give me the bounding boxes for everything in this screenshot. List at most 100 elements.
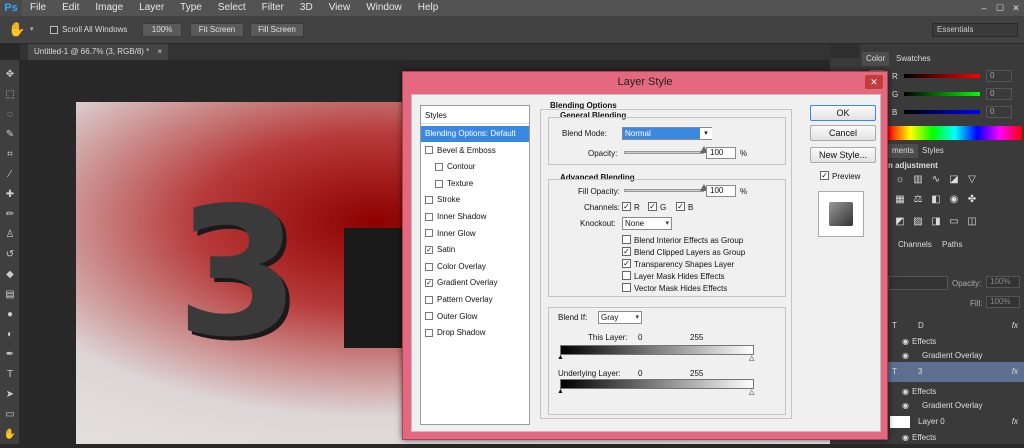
document-tab[interactable]: Untitled-1 @ 66.7% (3, RGB/8) * × [28, 44, 169, 60]
tab-channels[interactable]: Channels [894, 238, 936, 252]
unchecked-checkbox[interactable] [435, 163, 443, 172]
style-item[interactable]: Bevel & Emboss [421, 143, 529, 159]
style-item[interactable]: Texture [421, 176, 529, 192]
blend-if-dropdown[interactable]: Gray ▾ [598, 311, 642, 324]
zoom-100-button[interactable]: 100% [142, 23, 182, 37]
selective-color-icon[interactable]: ◫ [966, 216, 978, 228]
rectangle-tool-icon[interactable]: ▭ [2, 408, 18, 422]
underlying-black-handle[interactable]: ▲ [557, 388, 564, 395]
hand-icon[interactable]: ✋ [8, 21, 25, 38]
channel-b-checkbox[interactable]: ✓ [676, 202, 685, 211]
menu-select[interactable]: Select [210, 0, 254, 16]
new-style-button[interactable]: New Style... [810, 147, 876, 163]
style-item[interactable]: Inner Shadow [421, 209, 529, 225]
red-slider[interactable] [904, 74, 980, 78]
channel-r-checkbox[interactable]: ✓ [622, 202, 631, 211]
unchecked-checkbox[interactable] [425, 262, 433, 271]
style-item[interactable]: Outer Glow [421, 309, 529, 325]
hue-icon[interactable]: ▦ [894, 194, 906, 206]
style-item[interactable]: Inner Glow [421, 226, 529, 242]
gradient-tool-icon[interactable]: ▤ [2, 288, 18, 302]
menu-filter[interactable]: Filter [254, 0, 292, 16]
clone-stamp-icon[interactable]: ♙ [2, 228, 18, 242]
color-spectrum[interactable] [888, 126, 1022, 140]
preview-checkbox[interactable]: ✓ [820, 171, 829, 180]
vibrance-icon[interactable]: ▽ [966, 174, 978, 186]
move-tool-icon[interactable]: ✥ [2, 68, 18, 82]
invert-icon[interactable]: ◩ [894, 216, 906, 228]
style-item[interactable]: Pattern Overlay [421, 292, 529, 308]
checked-checkbox[interactable]: ✓ [425, 279, 433, 288]
brush-tool-icon[interactable]: ✏ [2, 208, 18, 222]
healing-brush-icon[interactable]: ✚ [2, 188, 18, 202]
unchecked-checkbox[interactable] [425, 329, 433, 338]
style-item[interactable]: Blending Options: Default [421, 126, 529, 142]
layers-fill-input[interactable]: 100% [986, 296, 1020, 308]
blend-mode-dropdown[interactable]: Normal ▾ [622, 127, 712, 140]
black-white-icon[interactable]: ◧ [930, 194, 942, 206]
style-item[interactable]: Color Overlay [421, 259, 529, 275]
advanced-option-checkbox[interactable] [622, 283, 631, 292]
this-layer-white-handle[interactable]: △ [749, 354, 754, 362]
exposure-icon[interactable]: ◪ [948, 174, 960, 186]
this-layer-black-handle[interactable]: ▲ [557, 354, 564, 361]
blue-value[interactable]: 0 [986, 106, 1012, 118]
pen-tool-icon[interactable]: ✒ [2, 348, 18, 362]
advanced-option-checkbox[interactable]: ✓ [622, 247, 631, 256]
tab-adjustments[interactable]: ments [888, 144, 918, 158]
tab-swatches[interactable]: Swatches [892, 52, 935, 66]
gradient-map-icon[interactable]: ▭ [948, 216, 960, 228]
menu-window[interactable]: Window [358, 0, 410, 16]
threshold-icon[interactable]: ◨ [930, 216, 942, 228]
style-item[interactable]: ✓ Satin [421, 242, 529, 258]
photo-filter-icon[interactable]: ◉ [948, 194, 960, 206]
menu-view[interactable]: View [321, 0, 359, 16]
eyedropper-icon[interactable]: ⁄ [2, 168, 18, 182]
checked-checkbox[interactable]: ✓ [425, 246, 433, 255]
minimize-button[interactable]: – [976, 0, 992, 16]
fit-screen-button[interactable]: Fit Screen [190, 23, 244, 37]
unchecked-checkbox[interactable] [425, 229, 433, 238]
green-value[interactable]: 0 [986, 88, 1012, 100]
unchecked-checkbox[interactable] [425, 146, 433, 155]
fill-screen-button[interactable]: Fill Screen [250, 23, 304, 37]
layer-effects-row[interactable]: ◉ Effects [888, 428, 1024, 448]
maximize-button[interactable]: ☐ [992, 0, 1008, 16]
unchecked-checkbox[interactable] [435, 179, 443, 188]
workspace-select[interactable]: Essentials [932, 23, 1018, 37]
fill-opacity-input[interactable]: 100 [706, 185, 736, 197]
cancel-button[interactable]: Cancel [810, 125, 876, 141]
opacity-slider[interactable] [624, 151, 704, 154]
green-slider[interactable] [904, 92, 980, 96]
style-item[interactable]: Drop Shadow [421, 325, 529, 341]
chevron-down-icon[interactable]: ▾ [30, 25, 34, 33]
style-item[interactable]: Contour [421, 159, 529, 175]
posterize-icon[interactable]: ▨ [912, 216, 924, 228]
layer-row-3[interactable]: T 3 fx [888, 362, 1024, 382]
advanced-option-checkbox[interactable] [622, 271, 631, 280]
unchecked-checkbox[interactable] [425, 312, 433, 321]
tab-paths[interactable]: Paths [938, 238, 966, 252]
menu-help[interactable]: Help [410, 0, 447, 16]
menu-edit[interactable]: Edit [54, 0, 87, 16]
unchecked-checkbox[interactable] [425, 196, 433, 205]
eraser-tool-icon[interactable]: ◆ [2, 268, 18, 282]
levels-icon[interactable]: ▥ [912, 174, 924, 186]
history-brush-icon[interactable]: ↺ [2, 248, 18, 262]
marquee-tool-icon[interactable]: ⬚ [2, 88, 18, 102]
unchecked-checkbox[interactable] [425, 212, 433, 221]
styles-header[interactable]: Styles [421, 108, 529, 124]
channel-g-checkbox[interactable]: ✓ [648, 202, 657, 211]
lasso-tool-icon[interactable]: ◌ [2, 108, 18, 122]
advanced-option-checkbox[interactable]: ✓ [622, 259, 631, 268]
scroll-all-checkbox[interactable] [50, 26, 58, 34]
blur-tool-icon[interactable]: ● [2, 308, 18, 322]
path-select-icon[interactable]: ➤ [2, 388, 18, 402]
underlying-white-handle[interactable]: △ [749, 388, 754, 396]
color-balance-icon[interactable]: ⚖ [912, 194, 924, 206]
blend-mode-select[interactable] [888, 276, 948, 290]
channel-mixer-icon[interactable]: ✤ [966, 194, 978, 206]
quick-select-icon[interactable]: ✎ [2, 128, 18, 142]
style-item[interactable]: ✓ Gradient Overlay [421, 275, 529, 291]
blue-slider[interactable] [904, 110, 980, 114]
